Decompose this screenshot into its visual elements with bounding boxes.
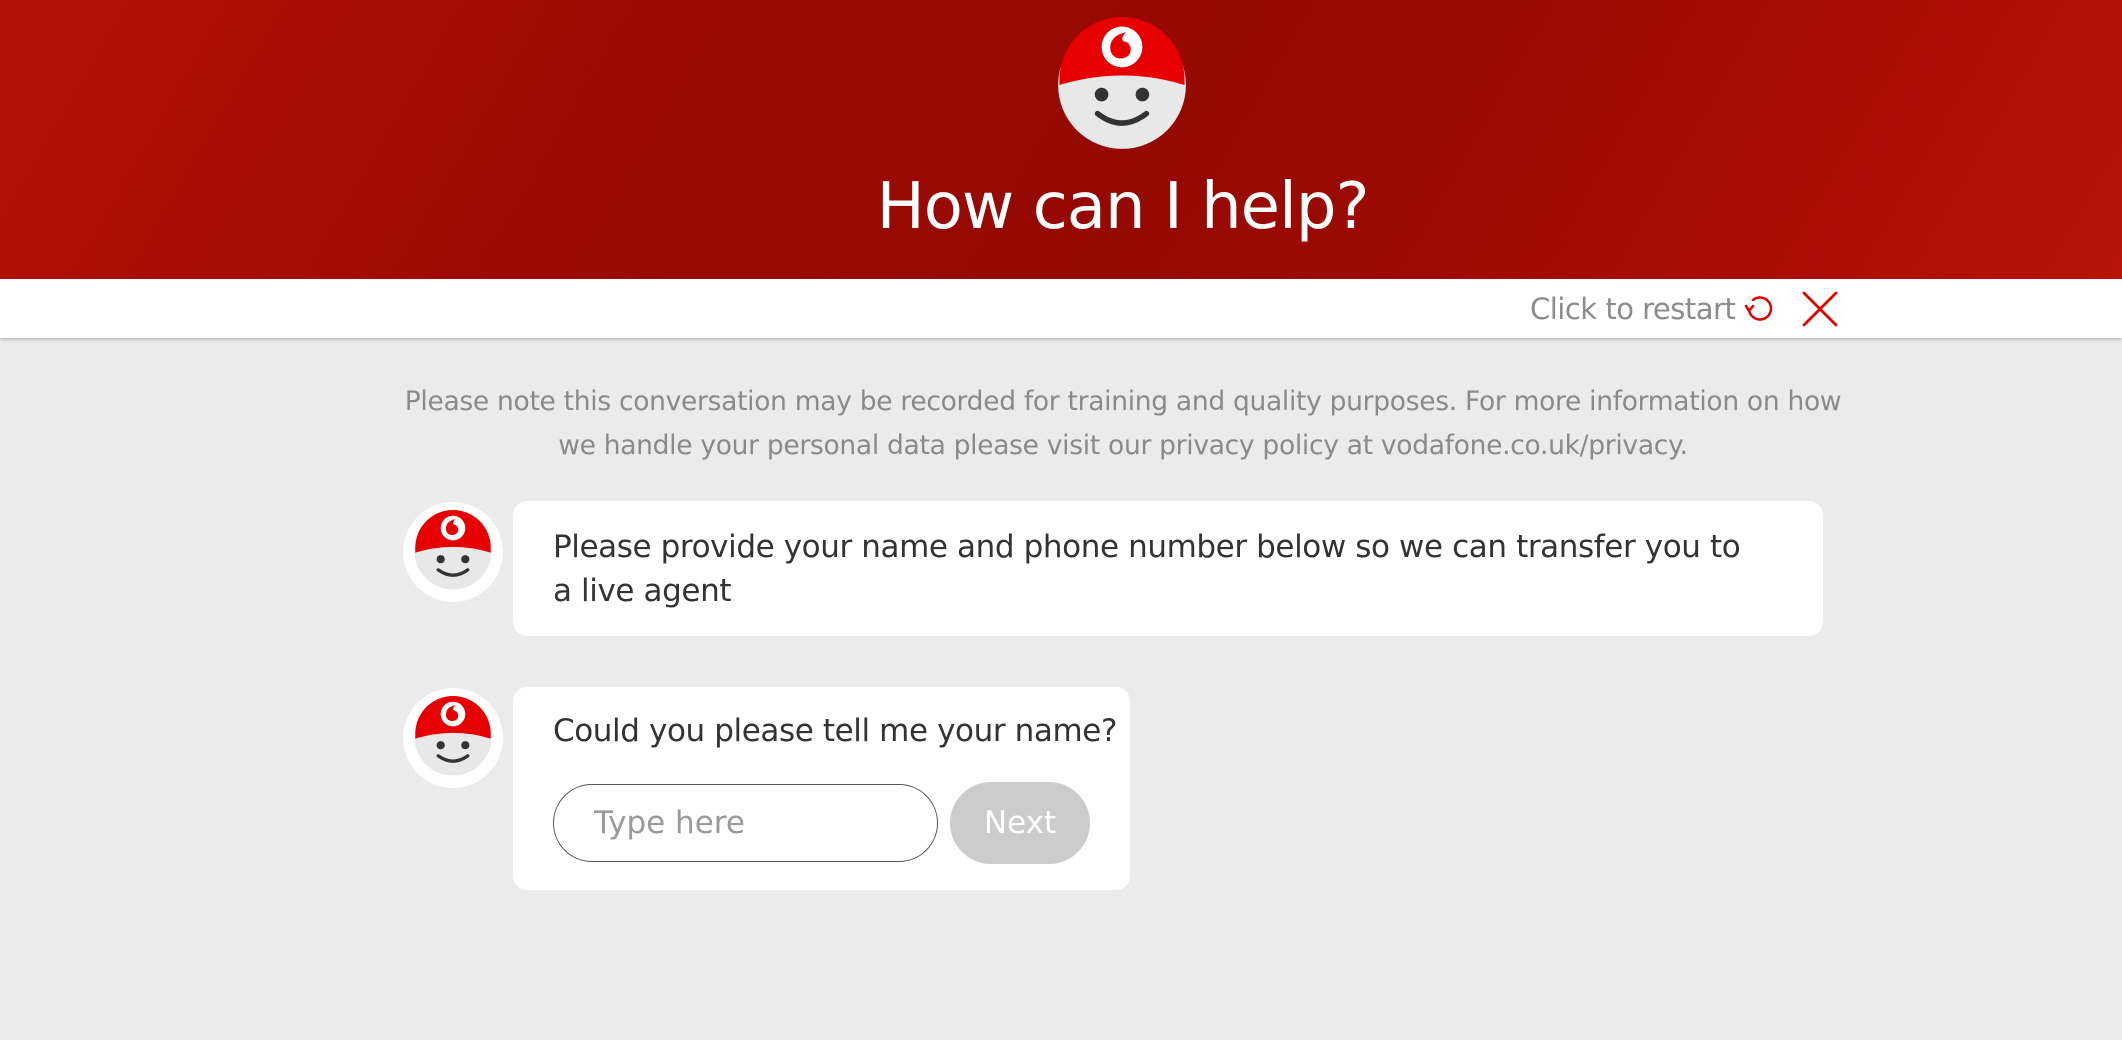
- bot-avatar: [403, 688, 503, 788]
- privacy-notice: Please note this conversation may be rec…: [404, 386, 1842, 461]
- bot-message: Please provide your name and phone numbe…: [513, 501, 1823, 636]
- name-input[interactable]: [553, 784, 938, 862]
- question-text: Could you please tell me your name?: [553, 713, 1118, 749]
- bot-question: Could you please tell me your name? Next: [513, 687, 1130, 890]
- header-banner: How can I help?: [0, 0, 2122, 279]
- chat-toolbar: Click to restart: [0, 279, 2122, 338]
- bot-avatar-icon: [414, 696, 492, 776]
- chat-page: How can I help? Click to restart Please …: [0, 0, 2122, 1040]
- vodafone-bot-icon: [1058, 17, 1186, 149]
- restart-icon: [1745, 296, 1773, 321]
- page-title: How can I help?: [876, 170, 1370, 244]
- bot-avatar-icon: [414, 510, 492, 590]
- restart-button[interactable]: Click to restart: [1530, 289, 1779, 329]
- bot-avatar: [403, 502, 503, 602]
- close-icon[interactable]: [1798, 287, 1842, 331]
- restart-label: Click to restart: [1530, 292, 1736, 326]
- next-button[interactable]: Next: [950, 782, 1090, 864]
- message-text: Please provide your name and phone numbe…: [553, 529, 1741, 609]
